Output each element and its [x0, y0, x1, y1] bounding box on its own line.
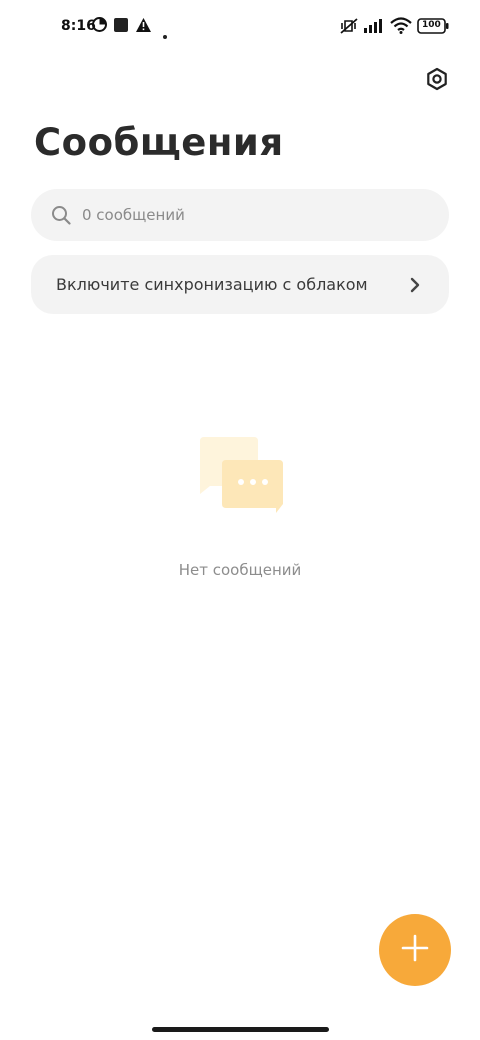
search-bar[interactable]: 0 сообщений — [31, 189, 449, 241]
empty-state-text: Нет сообщений — [178, 561, 302, 579]
more-notifications-dot-icon — [163, 24, 167, 43]
new-message-button[interactable] — [379, 914, 451, 986]
wifi-icon — [390, 17, 412, 38]
battery-level: 100 — [422, 20, 441, 30]
signal-icon — [364, 17, 386, 37]
plus-icon — [401, 934, 429, 966]
home-indicator[interactable] — [152, 1027, 329, 1032]
search-placeholder: 0 сообщений — [82, 206, 185, 224]
empty-chat-illustration-icon — [196, 436, 286, 520]
status-bar: 8:16 100 — [0, 0, 480, 56]
warning-icon — [136, 17, 151, 36]
mute-vibrate-icon — [339, 17, 359, 39]
app-notification-icon — [114, 17, 128, 36]
search-icon — [51, 205, 71, 229]
cloud-sync-card[interactable]: Включите синхронизацию с облаком — [31, 255, 449, 314]
data-saver-icon — [92, 17, 107, 36]
gear-icon — [425, 67, 449, 95]
page-title: Сообщения — [34, 121, 284, 164]
chevron-right-icon — [408, 276, 422, 298]
status-time: 8:16 — [61, 18, 96, 34]
settings-button[interactable] — [422, 66, 452, 96]
cloud-sync-label: Включите синхронизацию с облаком — [56, 275, 368, 294]
battery-icon: 100 — [417, 18, 449, 38]
